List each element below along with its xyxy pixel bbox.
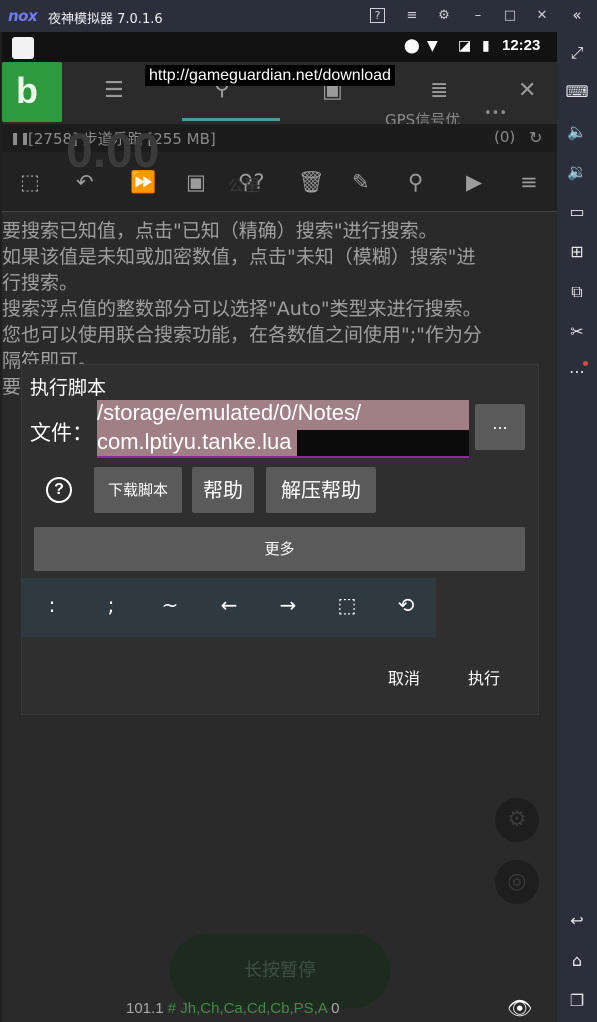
emulator-titlebar: nox 夜神模拟器 7.0.1.6 ? ≡ ⚙ – □ ✕ bbox=[0, 0, 597, 32]
tune-icon[interactable]: ☰ bbox=[104, 78, 124, 103]
search-icon[interactable]: ⚲ bbox=[408, 170, 423, 194]
locate-fab-icon[interactable]: ◎ bbox=[495, 860, 539, 904]
close-icon[interactable]: ✕ bbox=[532, 6, 552, 26]
android-screen: ⬤ ▼ ◪ ▮ 12:23 ☰ ⚲ ▣ ≣ ✕ b http://gamegua… bbox=[2, 32, 557, 1022]
redaction-block bbox=[297, 430, 469, 456]
keyboard-icon[interactable]: ⌨ bbox=[557, 77, 597, 107]
battery-icon: ▮ bbox=[482, 38, 490, 54]
symbol-keybar: : ; ~ ← → ⬚ ⟲ bbox=[22, 578, 436, 637]
hint-line: 您也可以使用联合搜索功能，在各数值之间使用";"作为分 bbox=[2, 324, 482, 346]
multi-instance-icon[interactable]: ⧉ bbox=[557, 277, 597, 307]
bg-unit: 公里 bbox=[228, 176, 261, 195]
input-underline bbox=[97, 456, 469, 458]
emulator-title: 夜神模拟器 7.0.1.6 bbox=[48, 12, 163, 27]
path-line-2: com.lptiyu.tanke.lua bbox=[97, 429, 292, 454]
select-all-icon[interactable]: ⬚ bbox=[20, 170, 40, 194]
app-notification-icon bbox=[12, 37, 34, 59]
apk-install-icon[interactable]: ⊞ bbox=[557, 237, 597, 267]
notification-dot bbox=[583, 361, 588, 366]
hint-line: 要搜索已知值，点击"已知（精确）搜索"进行搜索。 bbox=[2, 220, 438, 242]
help-circle-icon[interactable]: ? bbox=[46, 477, 72, 503]
path-line-1: /storage/emulated/0/Notes/ bbox=[97, 400, 362, 425]
key-tilde[interactable]: ~ bbox=[155, 593, 185, 617]
back-icon[interactable]: ↩ bbox=[557, 906, 597, 936]
result-count: (0) bbox=[494, 128, 516, 146]
browse-file-button[interactable]: ... bbox=[475, 404, 525, 450]
dialog-title: 执行脚本 bbox=[30, 377, 107, 399]
hint-line: 行搜索。 bbox=[2, 272, 79, 294]
volume-down-icon[interactable]: 🔉 bbox=[557, 157, 597, 187]
nox-logo: nox bbox=[8, 7, 38, 25]
gg-logo-icon[interactable]: b bbox=[2, 62, 62, 122]
maximize-icon[interactable]: □ bbox=[500, 6, 520, 26]
long-press-pause-button[interactable]: 长按暂停 bbox=[170, 934, 390, 1008]
bottom-zero: 0 bbox=[331, 1000, 340, 1017]
menu-icon[interactable]: ≡ bbox=[402, 6, 422, 26]
edit-comment-icon[interactable]: ✎ bbox=[352, 170, 370, 194]
wifi-icon: ▼ bbox=[427, 38, 438, 54]
tab-indicator bbox=[182, 118, 280, 121]
key-colon[interactable]: : bbox=[37, 593, 67, 617]
key-right-arrow[interactable]: → bbox=[273, 593, 303, 617]
close-app-icon[interactable]: ✕ bbox=[518, 78, 536, 103]
help-icon[interactable]: ? bbox=[370, 8, 385, 23]
menu-lines-icon[interactable]: ≡ bbox=[520, 170, 538, 194]
url-overlay: http://gameguardian.net/download bbox=[145, 65, 395, 86]
file-label: 文件： bbox=[30, 421, 93, 445]
recent-apps-icon[interactable]: ❐ bbox=[557, 986, 597, 1016]
execute-script-dialog: 执行脚本 文件： /storage/emulated/0/Notes/ com.… bbox=[22, 365, 538, 714]
bottom-flags: # Jh,Ch,Ca,Cd,Cb,PS,A bbox=[167, 1000, 327, 1017]
hint-line: 搜索浮点值的整数部分可以选择"Auto"类型来进行搜索。 bbox=[2, 298, 482, 320]
refresh-icon[interactable]: ↻ bbox=[529, 128, 542, 147]
more-options-icon[interactable]: ••• bbox=[484, 106, 507, 121]
extract-help-button[interactable]: 解压帮助 bbox=[266, 467, 376, 513]
cancel-button[interactable]: 取消 bbox=[388, 665, 420, 689]
emulator-window: nox 夜神模拟器 7.0.1.6 ? ≡ ⚙ – □ ✕ « ⤢ ⌨ 🔈 🔉 … bbox=[0, 0, 597, 1022]
no-sim-icon: ◪ bbox=[458, 38, 472, 54]
settings-icon[interactable]: ⚙ bbox=[434, 6, 454, 26]
execute-button[interactable]: 执行 bbox=[468, 665, 500, 689]
select-all-key-icon[interactable]: ⬚ bbox=[332, 593, 362, 617]
clock: 12:23 bbox=[502, 37, 541, 54]
more-icon[interactable]: ⋯ bbox=[557, 357, 597, 387]
eye-icon[interactable]: 👁 bbox=[507, 996, 532, 1020]
bottom-status: 101.1 # Jh,Ch,Ca,Cd,Cb,PS,A 0 bbox=[126, 1000, 339, 1017]
scissors-icon[interactable]: ✂ bbox=[557, 317, 597, 347]
more-button[interactable]: 更多 bbox=[34, 527, 525, 571]
save-icon[interactable]: ▣ bbox=[186, 170, 206, 194]
bg-distance: 0.00 bbox=[66, 125, 160, 178]
key-left-arrow[interactable]: ← bbox=[214, 593, 244, 617]
bottom-value: 101.1 bbox=[126, 1000, 164, 1017]
delete-icon[interactable]: 🗑 bbox=[298, 170, 325, 195]
collapse-sidebar-icon[interactable]: « bbox=[557, 0, 597, 30]
script-path-input[interactable]: /storage/emulated/0/Notes/ com.lptiyu.ta… bbox=[97, 400, 469, 458]
screen-icon[interactable]: ▭ bbox=[557, 197, 597, 227]
fullscreen-icon[interactable]: ⤢ bbox=[557, 38, 597, 68]
hint-line: 如果该值是未知或加密数值，点击"未知（模糊）搜索"进 bbox=[2, 246, 476, 268]
help-button[interactable]: 帮助 bbox=[192, 467, 254, 513]
play-icon[interactable]: ▶ bbox=[466, 170, 482, 194]
home-icon[interactable]: ⌂ bbox=[557, 946, 597, 976]
emulator-sidebar: « ⤢ ⌨ 🔈 🔉 ▭ ⊞ ⧉ ✂ ⋯ ↩ ⌂ ❐ bbox=[557, 0, 597, 1022]
volume-up-icon[interactable]: 🔈 bbox=[557, 117, 597, 147]
history-icon[interactable]: ⟲ bbox=[391, 593, 421, 617]
download-script-button[interactable]: 下载脚本 bbox=[94, 467, 182, 513]
location-icon: ⬤ bbox=[404, 38, 420, 54]
list-tab-icon[interactable]: ≣ bbox=[430, 78, 448, 103]
settings-fab-icon[interactable]: ⚙ bbox=[495, 798, 539, 842]
minimize-icon[interactable]: – bbox=[468, 6, 488, 26]
android-statusbar: ⬤ ▼ ◪ ▮ 12:23 bbox=[2, 32, 557, 62]
key-semicolon[interactable]: ; bbox=[96, 593, 126, 617]
